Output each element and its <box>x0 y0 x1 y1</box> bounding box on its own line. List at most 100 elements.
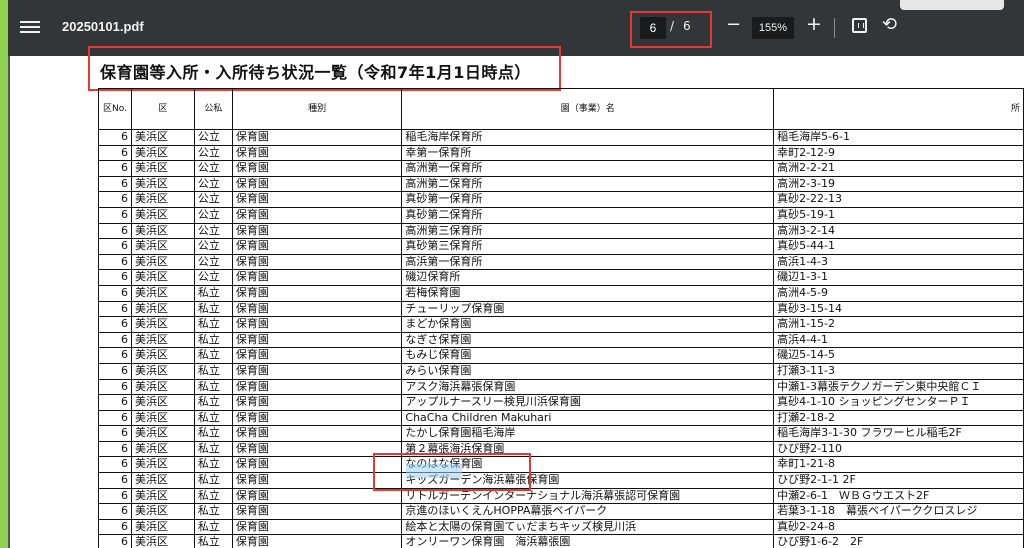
table-cell: 6 <box>98 331 132 349</box>
table-cell: 保育園 <box>231 160 403 177</box>
table-cell: ひび野2-1-1 2F <box>773 472 1024 489</box>
table-cell: 公立 <box>193 129 233 146</box>
table-row: 6 美浜区 公立 保育園 磯辺保育所 磯辺1-3-1 <box>98 269 1024 286</box>
table-cell: 私立 <box>193 362 233 380</box>
table-cell: 6 <box>98 394 132 411</box>
zoom-out-button[interactable]: − <box>726 14 741 35</box>
table-cell: 保育園 <box>231 206 403 224</box>
table-cell: 保育園 <box>231 284 403 302</box>
table-cell: みらい保育園 <box>401 362 775 380</box>
window-top-tab <box>900 0 1004 10</box>
table-row: 6 美浜区 私立 保育園 アップルナースリー検見川浜保育園 真砂4-1-10 ショッピング… <box>98 394 1024 411</box>
table-cell: 中瀬1-3幕張テクノガーデン東中央館ＣＩ <box>773 378 1024 396</box>
zoom-input[interactable]: 155% <box>752 17 794 39</box>
menu-icon[interactable] <box>20 18 40 38</box>
table-cell: 6 <box>98 487 132 505</box>
table-cell: 6 <box>98 425 132 442</box>
table-cell: 6 <box>98 456 132 474</box>
table-row: 6 美浜区 公立 保育園 稲毛海岸保育所 稲毛海岸5-6-1 <box>98 129 1024 146</box>
table-cell: 保育園 <box>231 331 403 349</box>
table-cell: たかし保育園稲毛海岸 <box>401 425 775 442</box>
table-cell: 若梅保育園 <box>401 284 775 302</box>
table-cell: 私立 <box>193 378 233 396</box>
table-cell: 美浜区 <box>130 487 195 505</box>
table-cell: 真砂5-44-1 <box>773 238 1024 255</box>
table-row: 6 美浜区 私立 保育園 チューリップ保育園 真砂3-15-14 <box>98 300 1024 318</box>
table-cell: 保育園 <box>231 378 403 396</box>
table-cell: 美浜区 <box>130 206 195 224</box>
table-cell: 美浜区 <box>130 331 195 349</box>
table-cell: 美浜区 <box>130 347 195 364</box>
table-cell: 真砂2-22-13 <box>773 191 1024 208</box>
table-cell: 私立 <box>193 440 233 458</box>
table-cell: 美浜区 <box>130 503 195 520</box>
table-cell: 保育園 <box>231 503 403 520</box>
table-cell: 6 <box>98 347 132 364</box>
table-cell: 高洲1-15-2 <box>773 316 1024 333</box>
table-cell: 私立 <box>193 284 233 302</box>
table-row: 6 美浜区 公立 保育園 高浜第一保育所 高浜1-4-3 <box>98 253 1024 271</box>
table-cell: チューリップ保育園 <box>401 300 775 318</box>
page-total: 6 <box>683 19 691 33</box>
name-annotation-box <box>373 453 531 491</box>
table-cell: 保育園 <box>231 394 403 411</box>
table-cell: 磯辺1-3-1 <box>773 269 1024 286</box>
table-cell: 私立 <box>193 409 233 427</box>
table-cell: 6 <box>98 175 132 193</box>
table-cell: 高洲第三保育所 <box>401 222 775 240</box>
table-cell: 6 <box>98 144 132 162</box>
table-cell: 保育園 <box>231 534 403 548</box>
table-cell: 私立 <box>193 456 233 474</box>
table-cell: 私立 <box>193 534 233 548</box>
page-number-input[interactable]: 6 <box>640 17 666 39</box>
table-row: 6 美浜区 私立 保育園 絵本と太陽の保育園てぃだまちキッズ検見川浜 真砂2-24-8 <box>98 518 1024 536</box>
table-cell: 保育園 <box>231 518 403 536</box>
table-cell: アスク海浜幕張保育園 <box>401 378 775 396</box>
column-header: 区 <box>130 88 195 130</box>
table-body: 6 美浜区 公立 保育園 稲毛海岸保育所 稲毛海岸5-6-1 6 美浜区 公立 保育園 幸第一保育所… <box>98 129 1024 548</box>
zoom-in-button[interactable]: + <box>806 13 822 35</box>
table-cell: 保育園 <box>231 129 403 146</box>
data-table: 区No. 区公私 種別 園（事業）名所 6 美浜区 公立 保育園 稲毛海岸保育所 稲毛海岸5-6… <box>98 88 1024 548</box>
table-row: 6 美浜区 私立 保育園 もみじ保育園 磯辺5-14-5 <box>98 347 1024 364</box>
table-cell: 真砂2-24-8 <box>773 518 1024 536</box>
table-row: 6 美浜区 公立 保育園 高洲第三保育所 高洲3-2-14 <box>98 222 1024 240</box>
column-header: 公私 <box>193 88 233 130</box>
table-cell: 保育園 <box>231 222 403 240</box>
table-cell: 公立 <box>193 175 233 193</box>
table-cell: 6 <box>98 503 132 520</box>
table-cell: 保育園 <box>231 362 403 380</box>
table-cell: 保育園 <box>231 425 403 442</box>
table-cell: 真砂5-19-1 <box>773 206 1024 224</box>
table-row: 6 美浜区 私立 保育園 若梅保育園 高洲4-5-9 <box>98 284 1024 302</box>
table-cell: ひび野1-6-2 2F <box>773 534 1024 548</box>
table-cell: 美浜区 <box>130 238 195 255</box>
table-cell: 美浜区 <box>130 222 195 240</box>
page-separator: / <box>670 19 675 33</box>
column-header: 区No. <box>98 88 132 130</box>
table-cell: 幸町2-12-9 <box>773 144 1024 162</box>
table-cell: 打瀬3-11-3 <box>773 362 1024 380</box>
table-row: 6 美浜区 私立 保育園 みらい保育園 打瀬3-11-3 <box>98 362 1024 380</box>
table-cell: 公立 <box>193 238 233 255</box>
table-cell: 稲毛海岸5-6-1 <box>773 129 1024 146</box>
fit-page-icon[interactable] <box>852 18 867 33</box>
table-cell: 磯辺保育所 <box>401 269 775 286</box>
table-row: 6 美浜区 公立 保育園 高洲第二保育所 高洲2-3-19 <box>98 175 1024 193</box>
table-cell: 高浜4-4-1 <box>773 331 1024 349</box>
rotate-icon[interactable]: ⟲ <box>882 14 897 35</box>
table-cell: 高洲4-5-9 <box>773 284 1024 302</box>
table-cell: 真砂第一保育所 <box>401 191 775 208</box>
table-cell: 保育園 <box>231 409 403 427</box>
table-cell: 6 <box>98 409 132 427</box>
table-cell: 私立 <box>193 394 233 411</box>
table-cell: 美浜区 <box>130 191 195 208</box>
table-cell: 美浜区 <box>130 456 195 474</box>
file-name: 20250101.pdf <box>62 19 144 34</box>
table-cell: 保育園 <box>231 144 403 162</box>
table-cell: 高洲3-2-14 <box>773 222 1024 240</box>
table-cell: 高洲第二保育所 <box>401 175 775 193</box>
table-cell: 幸町1-21-8 <box>773 456 1024 474</box>
table-cell: 6 <box>98 269 132 286</box>
table-cell: 幸第一保育所 <box>401 144 775 162</box>
